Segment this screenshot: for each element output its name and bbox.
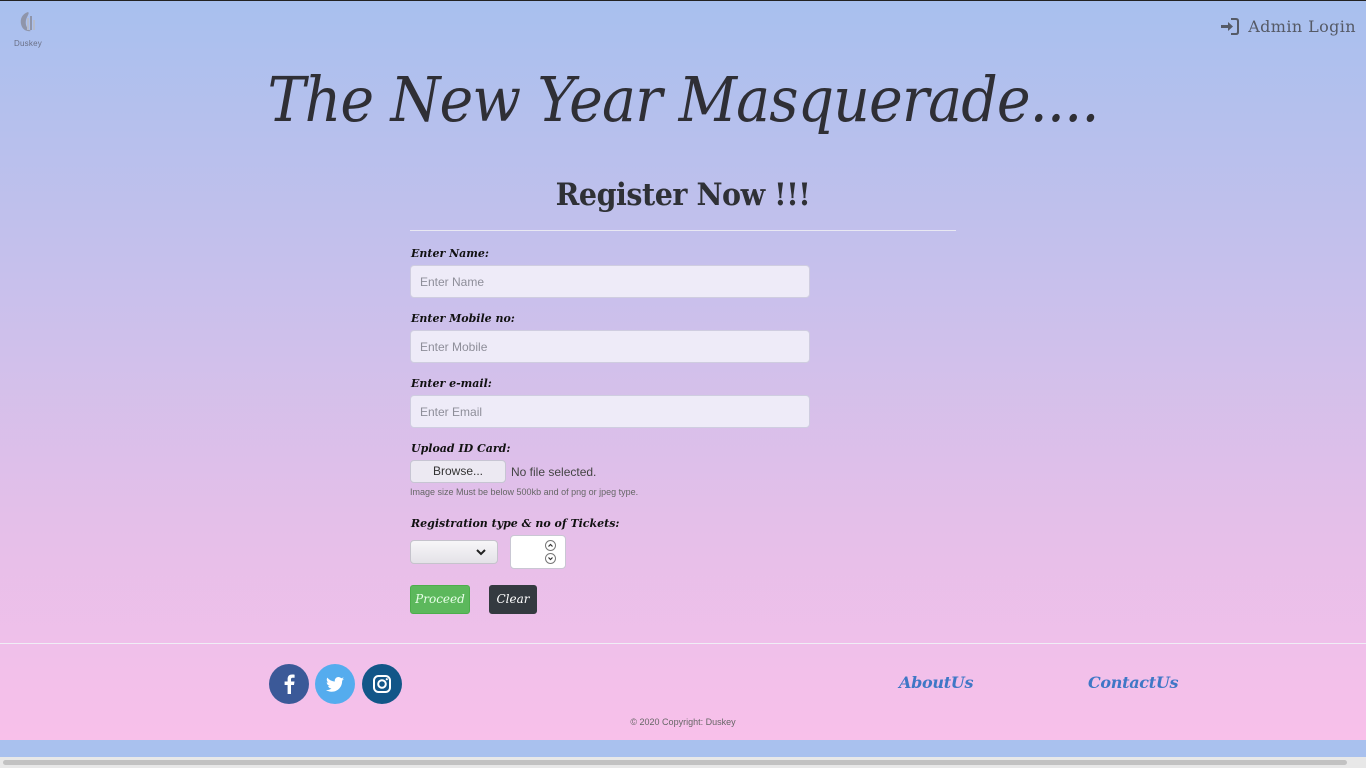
no-file-text: No file selected.: [511, 464, 597, 479]
increment-button[interactable]: [545, 540, 556, 551]
chevron-up-icon: [548, 543, 553, 547]
footer-divider: [0, 643, 1366, 644]
email-label: Enter e-mail:: [411, 377, 492, 390]
registration-type-select[interactable]: [410, 540, 498, 564]
admin-login-label: Admin Login: [1248, 17, 1356, 36]
copyright-text: © 2020 Copyright: Duskey: [630, 717, 736, 727]
name-input[interactable]: [410, 265, 810, 298]
registration-form: Enter Name: Enter Mobile no: Enter e-mai…: [410, 247, 810, 614]
file-upload: Browse... No file selected.: [410, 460, 810, 483]
logo-text: Duskey: [14, 39, 42, 48]
clear-button[interactable]: Clear: [489, 585, 537, 614]
form-buttons: Proceed Clear: [410, 585, 810, 614]
logo[interactable]: Duskey: [13, 11, 43, 48]
registration-label: Registration type & no of Tickets:: [411, 517, 620, 530]
divider: [410, 230, 956, 231]
horizontal-scrollbar[interactable]: [0, 757, 1366, 768]
scrollbar-thumb[interactable]: [3, 760, 1347, 765]
admin-login-link[interactable]: Admin Login: [1220, 17, 1356, 36]
logo-icon: [20, 12, 35, 32]
twitter-icon: [326, 676, 344, 692]
page-title: The New Year Masquerade....: [267, 63, 1099, 136]
page-background: Duskey Admin Login The New Year Masquera…: [0, 0, 1366, 740]
sign-in-icon: [1221, 18, 1240, 35]
name-label: Enter Name:: [411, 247, 489, 260]
registration-row: [410, 535, 810, 569]
chevron-down-icon: [476, 549, 486, 556]
facebook-button[interactable]: [269, 664, 309, 704]
upload-label: Upload ID Card:: [411, 442, 511, 455]
upload-hint: Image size Must be below 500kb and of pn…: [410, 487, 639, 497]
facebook-icon: [284, 674, 295, 694]
about-us-link[interactable]: AboutUs: [899, 673, 973, 692]
email-input[interactable]: [410, 395, 810, 428]
proceed-button[interactable]: Proceed: [410, 585, 470, 614]
register-heading: Register Now !!!: [555, 177, 811, 213]
contact-us-link[interactable]: ContactUs: [1088, 673, 1179, 692]
browse-button[interactable]: Browse...: [410, 460, 506, 483]
mobile-input[interactable]: [410, 330, 810, 363]
decrement-button[interactable]: [545, 553, 556, 564]
instagram-button[interactable]: [362, 664, 402, 704]
mobile-label: Enter Mobile no:: [411, 312, 515, 325]
instagram-icon: [373, 675, 391, 693]
tickets-stepper[interactable]: [510, 535, 566, 569]
chevron-down-icon: [548, 557, 553, 561]
twitter-button[interactable]: [315, 664, 355, 704]
